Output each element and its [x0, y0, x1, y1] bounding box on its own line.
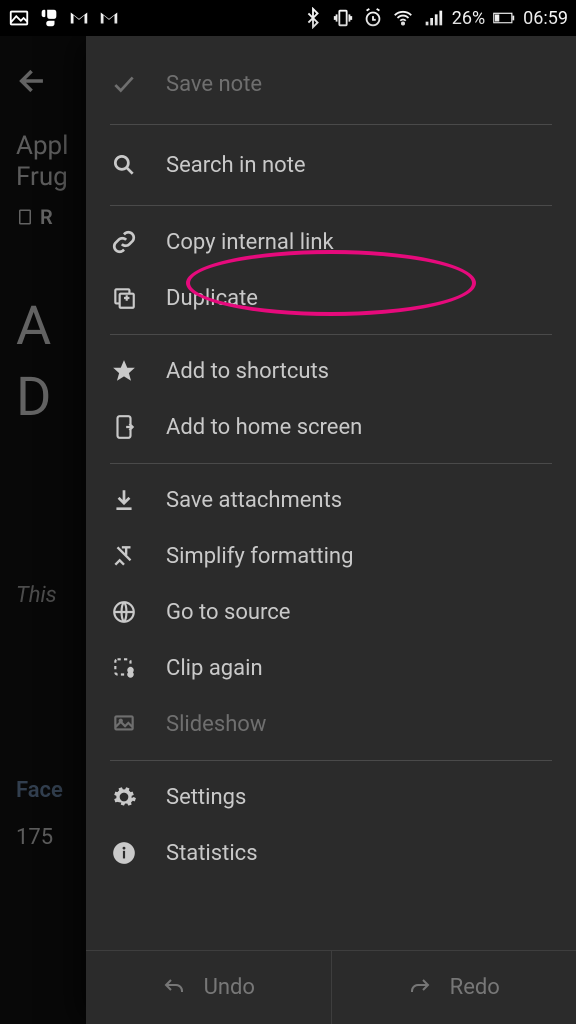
redo-label: Redo — [450, 975, 500, 1000]
undo-redo-bar: Undo Redo — [86, 950, 576, 1024]
bluetooth-icon — [302, 7, 324, 29]
menu-save-note: Save note — [110, 52, 552, 116]
menu-save-attachments[interactable]: Save attachments — [110, 472, 552, 528]
check-icon — [110, 70, 138, 98]
menu-label: Statistics — [166, 841, 258, 866]
slideshow-icon — [110, 710, 138, 738]
home-screen-icon — [110, 413, 138, 441]
simplify-format-icon — [110, 542, 138, 570]
menu-label: Simplify formatting — [166, 544, 353, 569]
overflow-menu: Save note Search in note Copy internal l… — [86, 36, 576, 1024]
menu-separator — [110, 760, 552, 761]
menu-label: Slideshow — [166, 712, 266, 737]
battery-icon — [493, 7, 515, 29]
menu-duplicate[interactable]: Duplicate — [110, 270, 552, 326]
wifi-icon — [392, 7, 414, 29]
alarm-icon — [362, 7, 384, 29]
duplicate-icon — [110, 284, 138, 312]
menu-go-to-source[interactable]: Go to source — [110, 584, 552, 640]
evernote-icon — [38, 7, 60, 29]
link-icon — [110, 228, 138, 256]
notebook-chip-label: R — [40, 205, 53, 229]
menu-copy-internal-link[interactable]: Copy internal link — [110, 214, 552, 270]
menu-separator — [110, 205, 552, 206]
signal-icon — [422, 7, 444, 29]
menu-label: Save note — [166, 72, 262, 97]
status-bar: 26% 06:59 — [0, 0, 576, 36]
menu-label: Clip again — [166, 656, 263, 681]
download-icon — [110, 486, 138, 514]
menu-clip-again[interactable]: Clip again — [110, 640, 552, 696]
gmail-icon — [98, 7, 120, 29]
picture-icon — [8, 7, 30, 29]
menu-label: Add to shortcuts — [166, 359, 329, 384]
menu-slideshow: Slideshow — [110, 696, 552, 752]
info-icon — [110, 839, 138, 867]
menu-label: Search in note — [166, 153, 306, 178]
menu-statistics[interactable]: Statistics — [110, 825, 552, 881]
menu-label: Add to home screen — [166, 415, 362, 440]
menu-add-to-shortcuts[interactable]: Add to shortcuts — [110, 343, 552, 399]
menu-settings[interactable]: Settings — [110, 769, 552, 825]
undo-button[interactable]: Undo — [86, 951, 331, 1024]
undo-label: Undo — [204, 975, 255, 1000]
globe-icon — [110, 598, 138, 626]
notebook-chip[interactable]: R — [16, 205, 53, 229]
menu-search-in-note[interactable]: Search in note — [110, 133, 552, 197]
menu-label: Copy internal link — [166, 230, 334, 255]
menu-separator — [110, 124, 552, 125]
gmail-icon — [68, 7, 90, 29]
vibrate-icon — [332, 7, 354, 29]
menu-add-to-home-screen[interactable]: Add to home screen — [110, 399, 552, 455]
menu-label: Settings — [166, 785, 246, 810]
clock: 06:59 — [523, 8, 568, 29]
star-icon — [110, 357, 138, 385]
gear-icon — [110, 783, 138, 811]
menu-label: Save attachments — [166, 488, 342, 513]
search-icon — [110, 151, 138, 179]
menu-separator — [110, 463, 552, 464]
clip-icon — [110, 654, 138, 682]
menu-label: Go to source — [166, 600, 290, 625]
menu-label: Duplicate — [166, 286, 258, 311]
redo-button[interactable]: Redo — [331, 951, 576, 1024]
battery-percent: 26% — [452, 8, 485, 29]
menu-separator — [110, 334, 552, 335]
menu-simplify-formatting[interactable]: Simplify formatting — [110, 528, 552, 584]
